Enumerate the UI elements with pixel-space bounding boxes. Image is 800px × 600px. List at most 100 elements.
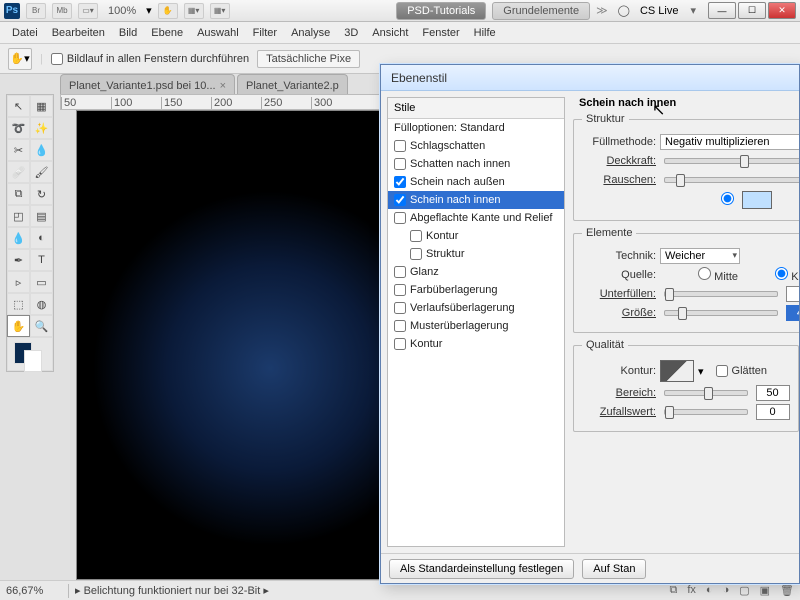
reset-default-button[interactable]: Auf Stan [582, 559, 646, 579]
marquee-tool[interactable]: ▦ [30, 95, 53, 117]
3d-tool[interactable]: ⬚ [7, 293, 30, 315]
crop-tool[interactable]: ✂ [7, 139, 30, 161]
dialog-titlebar[interactable]: Ebenenstil [381, 65, 799, 91]
bridge-icon[interactable]: Br [26, 3, 46, 19]
mask-icon[interactable]: ◐ [706, 584, 713, 597]
style-gradient-overlay[interactable]: Verlaufsüberlagerung [388, 299, 564, 317]
actual-pixels-button[interactable]: Tatsächliche Pixe [257, 50, 360, 68]
jitter-label[interactable]: Zufallswert: [582, 406, 656, 418]
history-brush-tool[interactable]: ↻ [30, 183, 53, 205]
minimize-button[interactable]: — [708, 2, 736, 19]
menu-analyse[interactable]: Analyse [291, 27, 330, 39]
3d-camera-tool[interactable]: ◍ [30, 293, 53, 315]
menu-hilfe[interactable]: Hilfe [474, 27, 496, 39]
gradient-tool[interactable]: ▤ [30, 205, 53, 227]
stamp-tool[interactable]: ⧉ [7, 183, 30, 205]
range-label[interactable]: Bereich: [582, 387, 656, 399]
maximize-button[interactable]: ☐ [738, 2, 766, 19]
opacity-label[interactable]: Deckkraft: [582, 155, 656, 167]
zoom-dropdown[interactable]: 100% [108, 5, 136, 17]
style-list-header[interactable]: Stile [388, 98, 564, 119]
menu-filter[interactable]: Filter [253, 27, 277, 39]
size-slider[interactable] [664, 310, 778, 316]
opacity-slider[interactable] [664, 158, 799, 164]
hand-icon[interactable]: ✋ [158, 3, 178, 19]
blendmode-dropdown[interactable]: Negativ multiplizieren [660, 134, 799, 150]
menu-ebene[interactable]: Ebene [151, 27, 183, 39]
range-input[interactable]: 50 [756, 385, 790, 401]
close-icon[interactable]: × [220, 80, 226, 92]
size-label[interactable]: Größe: [582, 307, 656, 319]
style-drop-shadow[interactable]: Schlagschatten [388, 137, 564, 155]
menu-datei[interactable]: Datei [12, 27, 38, 39]
eraser-tool[interactable]: ◰ [7, 205, 30, 227]
minibridge-icon[interactable]: Mb [52, 3, 72, 19]
lasso-tool[interactable]: ➰ [7, 117, 30, 139]
menu-auswahl[interactable]: Auswahl [197, 27, 239, 39]
menu-bearbeiten[interactable]: Bearbeiten [52, 27, 105, 39]
eyedropper-tool[interactable]: 💧 [30, 139, 53, 161]
style-satin[interactable]: Glanz [388, 263, 564, 281]
move-tool[interactable]: ↖ [7, 95, 30, 117]
style-pattern-overlay[interactable]: Musterüberlagerung [388, 317, 564, 335]
wand-tool[interactable]: ✨ [30, 117, 53, 139]
menu-ansicht[interactable]: Ansicht [372, 27, 408, 39]
technique-dropdown[interactable]: Weicher [660, 248, 740, 264]
style-outer-glow[interactable]: Schein nach außen [388, 173, 564, 191]
shape-tool[interactable]: ▭ [30, 271, 53, 293]
noise-label[interactable]: Rauschen: [582, 174, 656, 186]
jitter-slider[interactable] [664, 409, 748, 415]
workspace-tab-inactive[interactable]: Grundelemente [492, 2, 590, 20]
menu-bild[interactable]: Bild [119, 27, 137, 39]
zoom-level[interactable]: 66,67% [6, 585, 62, 597]
style-bevel[interactable]: Abgeflachte Kante und Relief [388, 209, 564, 227]
source-edge-radio[interactable]: Kante [746, 267, 799, 283]
menu-3d[interactable]: 3D [344, 27, 358, 39]
dodge-tool[interactable]: ◐ [30, 227, 53, 249]
type-tool[interactable]: T [30, 249, 53, 271]
gradient-radio[interactable] [780, 192, 799, 208]
range-slider[interactable] [664, 390, 748, 396]
choke-label[interactable]: Unterfüllen: [582, 288, 656, 300]
zoom-tool[interactable]: 🔍 [30, 315, 53, 337]
trash-icon[interactable]: 🗑 [780, 584, 794, 597]
menu-fenster[interactable]: Fenster [422, 27, 459, 39]
folder-icon[interactable]: ▢ [739, 584, 749, 597]
style-blending-options[interactable]: Fülloptionen: Standard [388, 119, 564, 137]
cs-live-button[interactable]: CS Live [640, 5, 679, 17]
size-input[interactable]: 40 [786, 305, 799, 321]
screen-mode-icon[interactable]: ▭▾ [78, 3, 98, 19]
style-contour[interactable]: Kontur [388, 227, 564, 245]
antialias-checkbox[interactable]: Glätten [716, 365, 790, 377]
fx-icon[interactable]: fx [687, 584, 696, 597]
extras-icon[interactable]: ▦▾ [210, 3, 230, 19]
path-tool[interactable]: ▹ [7, 271, 30, 293]
choke-input[interactable]: 0 [786, 286, 799, 302]
noise-slider[interactable] [664, 177, 799, 183]
current-tool-icon[interactable]: ✋▾ [8, 48, 32, 70]
choke-slider[interactable] [664, 291, 778, 297]
document-canvas[interactable] [77, 111, 399, 579]
healing-tool[interactable]: 🩹 [7, 161, 30, 183]
background-swatch[interactable] [24, 350, 42, 372]
source-center-radio[interactable]: Mitte [664, 267, 738, 283]
color-well[interactable] [742, 191, 772, 209]
more-icon[interactable]: ≫ [596, 4, 608, 17]
style-color-overlay[interactable]: Farbüberlagerung [388, 281, 564, 299]
contour-picker[interactable] [660, 360, 694, 382]
style-stroke[interactable]: Kontur [388, 335, 564, 353]
brush-tool[interactable]: 🖌 [30, 161, 53, 183]
new-icon[interactable]: ▣ [760, 584, 770, 597]
canvas-area[interactable] [76, 110, 400, 580]
document-tab-2[interactable]: Planet_Variante2.p [237, 74, 348, 94]
document-tab-1[interactable]: Planet_Variante1.psd bei 10...× [60, 74, 235, 94]
arrange-icon[interactable]: ▦▾ [184, 3, 204, 19]
link-icon[interactable]: ⧉ [669, 584, 677, 597]
style-inner-shadow[interactable]: Schatten nach innen [388, 155, 564, 173]
blur-tool[interactable]: 💧 [7, 227, 30, 249]
color-radio[interactable] [660, 192, 734, 208]
scroll-all-checkbox[interactable]: Bildlauf in allen Fenstern durchführen [51, 53, 249, 65]
pen-tool[interactable]: ✒ [7, 249, 30, 271]
hand-tool[interactable]: ✋ [7, 315, 30, 337]
jitter-input[interactable]: 0 [756, 404, 790, 420]
